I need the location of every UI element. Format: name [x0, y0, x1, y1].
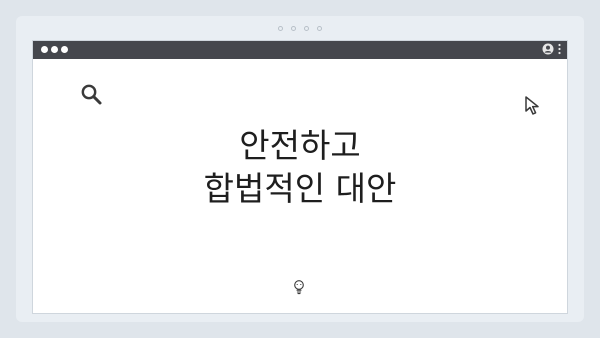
page-dot[interactable] [278, 26, 283, 31]
page-dot[interactable] [317, 26, 322, 31]
slide-title: 안전하고 합법적인 대안 [33, 124, 567, 210]
kebab-menu-icon[interactable] [558, 43, 561, 55]
lightbulb-icon [294, 280, 304, 295]
user-icon[interactable] [542, 43, 554, 55]
slide-title-line-2: 합법적인 대안 [203, 169, 397, 208]
window-controls [41, 46, 68, 53]
browser-window: 안전하고 합법적인 대안 [32, 40, 568, 314]
close-dot[interactable] [41, 46, 48, 53]
window-titlebar [33, 41, 567, 59]
search-icon [81, 84, 102, 105]
minimize-dot[interactable] [51, 46, 58, 53]
page-dot[interactable] [291, 26, 296, 31]
page-indicator [0, 26, 600, 31]
slide-title-line-1: 안전하고 [239, 126, 361, 165]
maximize-dot[interactable] [61, 46, 68, 53]
page-dot[interactable] [304, 26, 309, 31]
titlebar-actions [542, 43, 561, 55]
cursor-pointer-icon [525, 96, 539, 115]
